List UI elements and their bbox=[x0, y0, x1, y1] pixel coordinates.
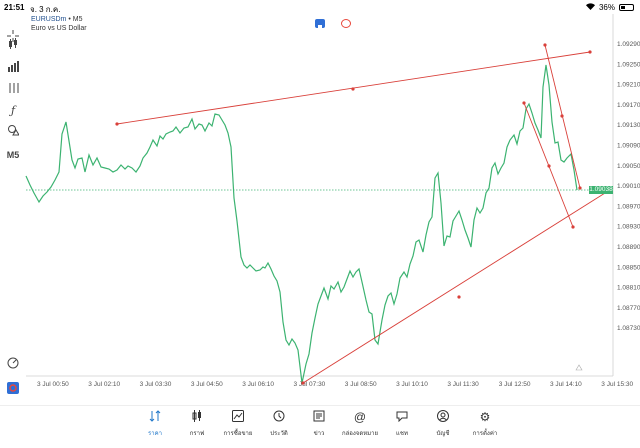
trendline-handle bbox=[571, 225, 575, 229]
symbol-timeframe: M5 bbox=[72, 16, 83, 23]
gear-icon: ⚙ bbox=[479, 410, 491, 424]
trendline-handle bbox=[560, 114, 564, 118]
trendline-handle bbox=[457, 295, 461, 299]
price-tick-label: 1.08730 bbox=[617, 325, 640, 332]
function-icon[interactable]: ƒ bbox=[5, 103, 21, 119]
current-price-badge: 1.09038 bbox=[589, 186, 613, 194]
nav-trade[interactable]: การซื้อขาย bbox=[218, 410, 258, 438]
trendline-handle bbox=[115, 122, 119, 126]
nav-label: กราฟ bbox=[189, 431, 205, 437]
symbol-info[interactable]: EURUSDm • M5 Euro vs US Dollar bbox=[31, 15, 87, 33]
history-icon bbox=[259, 410, 299, 424]
trendline-handle bbox=[588, 50, 592, 54]
price-chart[interactable]: 1.09290 1.09250 1.09210 1.09170 1.09130 1.090… bbox=[0, 0, 640, 405]
objects-icon[interactable] bbox=[5, 82, 21, 98]
price-tick-label: 1.09210 bbox=[617, 82, 640, 89]
price-tick-label: 1.08890 bbox=[617, 244, 640, 251]
price-tick-label: 1.09290 bbox=[617, 41, 640, 48]
nav-label: ข่าว bbox=[313, 431, 325, 437]
trendlines bbox=[115, 43, 614, 385]
nav-chat[interactable]: แชท bbox=[382, 410, 422, 438]
candles-icon bbox=[177, 410, 217, 424]
nav-label: ประวัติ bbox=[270, 431, 288, 437]
trendline-handle bbox=[578, 186, 582, 190]
price-tick-label: 1.09010 bbox=[617, 183, 640, 190]
time-tick-label: 3 Jul 02:10 bbox=[88, 381, 120, 388]
price-tick-label: 1.09250 bbox=[617, 61, 640, 68]
time-tick-label: 3 Jul 14:10 bbox=[550, 381, 582, 388]
lower-trendline bbox=[302, 187, 614, 384]
left-toolbar: ƒ M5 bbox=[0, 30, 26, 394]
price-tick-label: 1.08970 bbox=[617, 203, 640, 210]
price-tick-label: 1.09090 bbox=[617, 143, 640, 150]
nav-label: แชท bbox=[396, 431, 408, 437]
symbol-name: EURUSDm bbox=[31, 16, 67, 23]
price-tick-label: 1.08850 bbox=[617, 264, 640, 271]
nav-mailbox[interactable]: @ กล่องจดหมาย bbox=[340, 410, 380, 438]
trendline-handle bbox=[301, 381, 305, 385]
nav-charts[interactable]: กราฟ bbox=[177, 410, 217, 438]
nav-label: บัญชี bbox=[436, 431, 450, 437]
nav-label: กล่องจดหมาย bbox=[341, 431, 379, 437]
price-tick-label: 1.09050 bbox=[617, 163, 640, 170]
trendline-handle bbox=[522, 101, 526, 105]
signal-icon[interactable] bbox=[341, 19, 351, 28]
speedometer-icon[interactable] bbox=[5, 357, 21, 373]
indicators-icon[interactable] bbox=[5, 60, 21, 76]
trendline-handle bbox=[543, 43, 547, 47]
nav-account[interactable]: บัญชี bbox=[423, 410, 463, 438]
broker-logo-icon[interactable] bbox=[5, 382, 21, 398]
time-tick-label: 3 Jul 00:50 bbox=[37, 381, 69, 388]
nav-settings[interactable]: ⚙ การตั้งค่า bbox=[465, 410, 505, 438]
time-tick-label: 3 Jul 03:30 bbox=[140, 381, 172, 388]
time-tick-label: 3 Jul 10:10 bbox=[396, 381, 428, 388]
shapes-icon[interactable] bbox=[5, 124, 21, 140]
time-tick-label: 3 Jul 04:50 bbox=[191, 381, 223, 388]
nav-news[interactable]: ข่าว bbox=[299, 410, 339, 438]
nav-label: การตั้งค่า bbox=[472, 431, 498, 437]
symbol-description: Euro vs US Dollar bbox=[31, 25, 87, 32]
account-icon bbox=[423, 410, 463, 424]
trendline-handle bbox=[351, 87, 355, 91]
scroll-marker-icon bbox=[575, 364, 583, 371]
news-icon bbox=[299, 410, 339, 424]
time-tick-label: 3 Jul 15:30 bbox=[601, 381, 633, 388]
bottom-navigation: ราคา กราฟ การซื้อขาย ประวัติ ข่าว @ กล่อ… bbox=[0, 405, 640, 448]
time-tick-label: 3 Jul 12:50 bbox=[499, 381, 531, 388]
nav-quotes[interactable]: ราคา bbox=[135, 410, 175, 438]
price-tick-label: 1.08810 bbox=[617, 285, 640, 292]
price-tick-label: 1.09170 bbox=[617, 102, 640, 109]
price-axis: 1.09290 1.09250 1.09210 1.09170 1.09130 1.090… bbox=[617, 41, 640, 332]
trade-chart-icon bbox=[218, 410, 258, 424]
nav-label: การซื้อขาย bbox=[223, 431, 253, 437]
candlestick-icon[interactable] bbox=[5, 38, 21, 54]
at-icon: @ bbox=[353, 410, 367, 424]
time-tick-label: 3 Jul 11:30 bbox=[447, 381, 479, 388]
chat-icon bbox=[382, 410, 422, 424]
price-series-line bbox=[25, 64, 578, 384]
time-tick-label: 3 Jul 07:30 bbox=[294, 381, 326, 388]
price-tick-label: 1.09130 bbox=[617, 122, 640, 129]
price-tick-label: 1.08930 bbox=[617, 224, 640, 231]
timeframe-button[interactable]: M5 bbox=[5, 147, 21, 163]
price-tick-label: 1.08770 bbox=[617, 305, 640, 312]
sort-icon bbox=[135, 410, 175, 424]
nav-label: ราคา bbox=[148, 431, 162, 437]
time-tick-label: 3 Jul 08:50 bbox=[345, 381, 377, 388]
time-axis: 3 Jul 00:50 3 Jul 02:10 3 Jul 03:30 3 Jul 0… bbox=[37, 381, 633, 388]
one-click-trading-icon[interactable] bbox=[315, 19, 325, 30]
nav-history[interactable]: ประวัติ bbox=[259, 410, 299, 438]
time-tick-label: 3 Jul 06:10 bbox=[242, 381, 274, 388]
trendline-handle bbox=[547, 164, 551, 168]
